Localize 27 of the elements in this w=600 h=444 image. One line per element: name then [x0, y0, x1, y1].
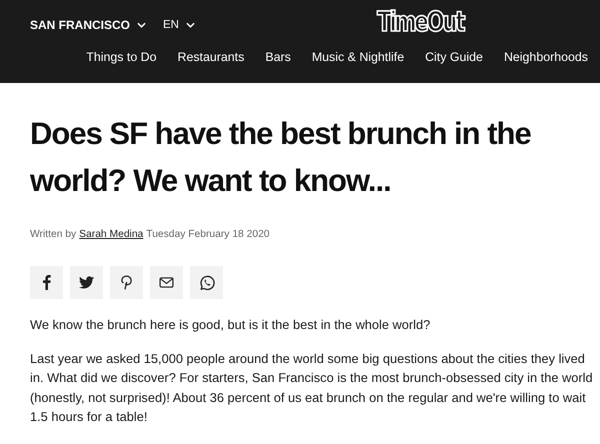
site-logo[interactable]: TimeOut [377, 6, 463, 38]
nav-link[interactable]: Music & Nightlife [312, 50, 404, 64]
nav-link[interactable]: City Guide [425, 50, 483, 64]
pinterest-icon [121, 275, 132, 290]
byline-label: Written by [30, 229, 76, 240]
author-link[interactable]: Sarah Medina [79, 229, 144, 240]
article-title: Does SF have the best brunch in the world? We want to know... [30, 115, 532, 200]
email-icon [159, 277, 174, 288]
body-paragraph: Last year we asked 15,000 people around the world some big questions about the cities they lived in. What did we discover? For starters, San Francisco is the most brunch-obsessed city in the world (honestly, not surprised)! About 36 percent of us eat brunch on the regular and we're willing to wait 1.5 hours for a table! [30, 350, 594, 426]
nav-link[interactable]: Restaurants [178, 50, 244, 64]
share-twitter-button[interactable] [70, 266, 103, 299]
body-paragraph: We know the brunch here is good, but is it the best in the whole world? [30, 316, 432, 334]
share-email-button[interactable] [150, 266, 183, 299]
facebook-icon [42, 275, 50, 290]
share-facebook-button[interactable] [30, 266, 63, 299]
nav-link[interactable]: Neighborhoods [504, 50, 588, 64]
chevron-down-icon [137, 22, 146, 28]
nav-link[interactable]: Bars [265, 50, 291, 64]
share-whatsapp-button[interactable] [190, 266, 223, 299]
chat-bubble-icon [198, 274, 214, 290]
publish-date: Tuesday February 18 2020 [146, 229, 270, 240]
language-selector[interactable]: EN [163, 19, 195, 31]
bird-icon [79, 276, 94, 289]
chevron-down-icon [186, 22, 195, 28]
nav-link[interactable]: Things to Do [86, 50, 157, 64]
city-selector[interactable]: SAN FRANCISCO [30, 18, 146, 32]
share-pinterest-button[interactable] [110, 266, 143, 299]
